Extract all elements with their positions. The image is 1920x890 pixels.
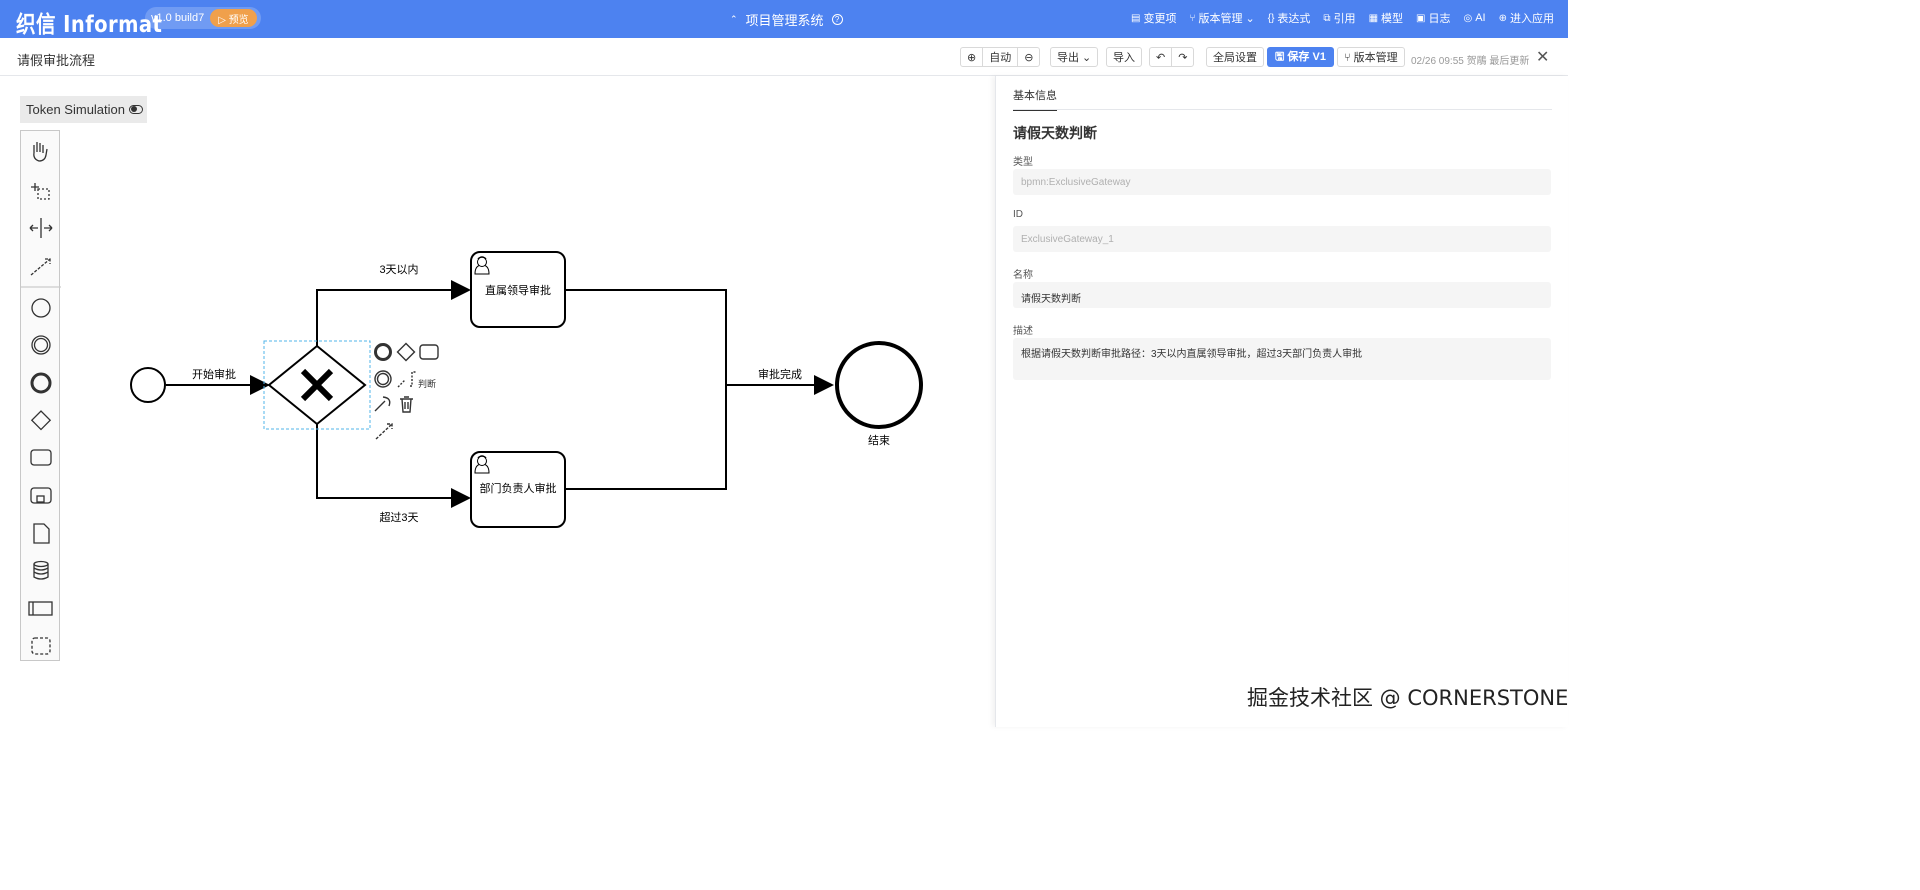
preview-button[interactable]: ▷ 预览 [210, 9, 257, 27]
link-icon: ⧉ [1323, 12, 1331, 24]
properties-panel: 基本信息 请假天数判断 类型 bpmn:ExclusiveGateway ID … [995, 76, 1568, 727]
connect-icon[interactable] [375, 423, 393, 440]
redo-button[interactable]: ↷ [1171, 48, 1193, 66]
list-icon: ▤ [1131, 12, 1141, 24]
nav-label: 变更项 [1143, 13, 1177, 25]
import-button[interactable]: 导入 [1106, 47, 1142, 67]
type-field: bpmn:ExclusiveGateway [1013, 169, 1551, 195]
version-label: v1.0 build7 [151, 12, 205, 24]
log-icon: ▣ [1416, 12, 1426, 24]
nav-expression[interactable]: {} 表达式 [1268, 10, 1311, 26]
zoom-auto-button[interactable]: 自动 [982, 48, 1017, 66]
nav-reference[interactable]: ⧉ 引用 [1323, 10, 1355, 26]
save-button[interactable]: 🖫 保存 V1 [1267, 47, 1334, 67]
nav-enter-app[interactable]: ⊕ 进入应用 [1499, 10, 1554, 26]
append-gateway-icon[interactable] [396, 342, 416, 362]
nav-label: 进入应用 [1510, 13, 1554, 25]
table-icon: ▦ [1368, 12, 1379, 24]
append-end-event-icon[interactable] [374, 343, 392, 361]
bpmn-canvas[interactable]: Token Simulation 判断 直属领导审批 部门负责人审批 开始审批 … [0, 76, 995, 727]
task-label: 直属领导审批 [485, 283, 551, 297]
id-label: ID [1013, 209, 1023, 220]
brand-logo: 织信 Informat [16, 12, 163, 38]
id-field: ExclusiveGateway_1 [1013, 226, 1551, 252]
page-title: 请假审批流程 [17, 53, 96, 68]
zoom-in-button[interactable]: ⊕ [961, 48, 982, 66]
import-label: 导入 [1113, 52, 1135, 64]
tab-basic-info[interactable]: 基本信息 [1013, 87, 1057, 111]
app-name: 项目管理系统 [745, 13, 824, 28]
append-task-icon[interactable] [419, 344, 439, 360]
description-textarea[interactable]: 根据请假天数判断审批路径：3天以内直属领导审批，超过3天部门负责人审批 [1013, 338, 1551, 380]
task-label: 部门负责人审批 [480, 481, 557, 495]
version-pill: v1.0 build7 ▷ 预览 [145, 7, 261, 29]
export-dropdown[interactable]: 导出 ⌄ [1050, 47, 1099, 67]
help-icon[interactable]: ? [831, 14, 843, 25]
end-event[interactable] [835, 341, 923, 429]
bpmn-diagram: 判断 直属领导审批 部门负责人审批 开始审批 3天以内 超过3天 审批完成 结束 [130, 251, 923, 528]
app-title[interactable]: ⌃ 项目管理系统 ? [730, 10, 843, 29]
global-settings-label: 全局设置 [1213, 52, 1257, 64]
end-event-label: 结束 [868, 434, 890, 447]
zoom-out-button[interactable]: ⊖ [1017, 48, 1039, 66]
zoom-controls: ⊕ 自动 ⊖ [960, 47, 1041, 67]
append-intermediate-event-icon[interactable] [374, 370, 392, 388]
last-updated: 02/26 09:55 贺鵰 最后更新 [1411, 56, 1530, 67]
export-label: 导出 ⌄ [1057, 52, 1092, 64]
flow-label-over: 超过3天 [379, 510, 418, 524]
caret-up-icon: ⌃ [730, 14, 738, 24]
nav-label: 版本管理 ⌄ [1198, 13, 1255, 25]
nav-model[interactable]: ▦ 模型 [1369, 10, 1403, 26]
top-bar: 织信 Informat v1.0 build7 ▷ 预览 ⌃ 项目管理系统 ? … [0, 0, 1568, 38]
exclusive-gateway[interactable] [267, 344, 367, 426]
change-type-icon[interactable] [374, 396, 391, 412]
top-nav: ▤ 变更项 ⑂ 版本管理 ⌄ {} 表达式 ⧉ 引用 ▦ 模型 ▣ 日志 ◎ AI ⊕ 进入应用 [1131, 10, 1554, 26]
nav-version[interactable]: ⑂ 版本管理 ⌄ [1189, 10, 1254, 26]
branch-icon: ⑂ [1189, 12, 1196, 24]
flow-task2-join[interactable] [566, 385, 727, 490]
delete-icon[interactable] [400, 396, 413, 413]
enter-icon: ⊕ [1498, 12, 1507, 24]
ai-icon: ◎ [1463, 12, 1473, 24]
description-label: 描述 [1013, 326, 1033, 337]
type-label: 类型 [1013, 157, 1033, 168]
editor-toolbar: 请假审批流程 ⊕ 自动 ⊖ 导出 ⌄ 导入 ↶ ↷ 全局设置 🖫 保存 V1 ⑂… [0, 38, 1568, 76]
element-heading: 请假天数判断 [1013, 125, 1097, 141]
name-input[interactable]: 请假天数判断 [1013, 282, 1551, 308]
context-pad [374, 342, 439, 440]
version-management-label: ⑂ 版本管理 [1344, 52, 1398, 64]
history-controls: ↶ ↷ [1149, 47, 1195, 67]
nav-log[interactable]: ▣ 日志 [1416, 10, 1450, 26]
nav-ai[interactable]: ◎ AI [1463, 10, 1485, 26]
braces-icon: {} [1267, 12, 1275, 24]
watermark: 掘金技术社区 @ CORNERSTONE [1247, 686, 1569, 710]
name-label: 名称 [1013, 270, 1033, 281]
close-icon[interactable]: ✕ [1536, 47, 1549, 67]
nav-label: 模型 [1381, 13, 1404, 25]
nav-label: 引用 [1333, 13, 1356, 25]
flow-within-3-days[interactable] [316, 280, 471, 346]
start-event[interactable] [130, 367, 166, 403]
flow-label-within: 3天以内 [379, 262, 418, 276]
nav-label: 表达式 [1277, 13, 1311, 25]
nav-label: AI [1475, 12, 1486, 24]
version-management-button[interactable]: ⑂ 版本管理 [1337, 47, 1405, 67]
nav-label: 日志 [1428, 13, 1451, 25]
append-text-annotation-icon[interactable] [397, 371, 416, 388]
global-settings-button[interactable]: 全局设置 [1206, 47, 1264, 67]
tab-divider [1013, 109, 1552, 110]
flow-over-3-days[interactable] [316, 424, 471, 508]
flow-label-start: 开始审批 [192, 367, 236, 381]
undo-button[interactable]: ↶ [1150, 48, 1171, 66]
nav-changes[interactable]: ▤ 变更项 [1131, 10, 1176, 26]
context-text: 判断 [418, 378, 436, 389]
flow-label-complete: 审批完成 [758, 367, 802, 381]
